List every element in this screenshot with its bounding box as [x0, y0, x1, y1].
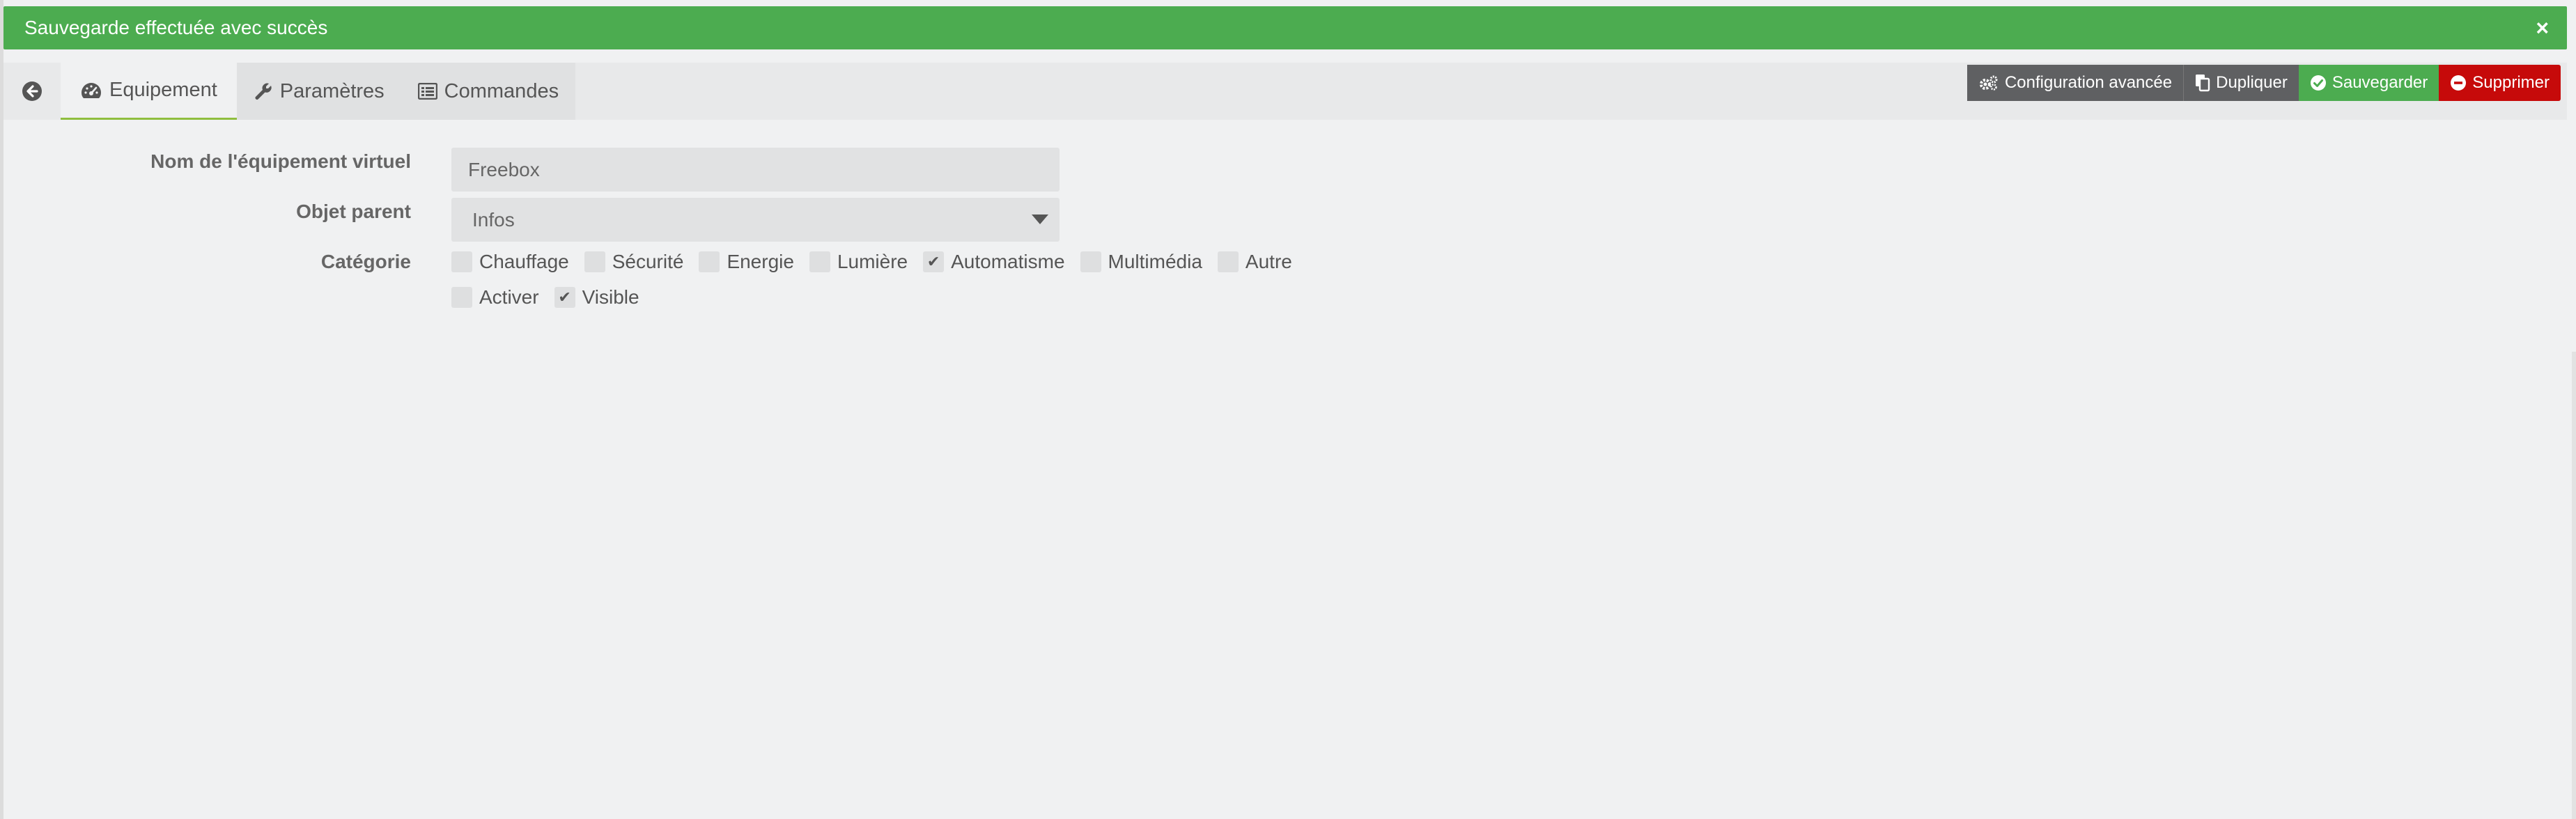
category-chauffage[interactable]: Chauffage — [451, 251, 569, 273]
advanced-config-button[interactable]: Configuration avancée — [1966, 65, 2184, 101]
checkbox[interactable] — [451, 287, 472, 308]
option-visible[interactable]: ✔ Visible — [554, 286, 639, 309]
tab-equipement[interactable]: Equipement — [61, 63, 237, 120]
category-autre[interactable]: Autre — [1217, 251, 1292, 273]
minus-circle-icon — [2451, 75, 2467, 91]
chevron-down-icon — [1032, 214, 1048, 224]
option-text: Visible — [582, 286, 639, 308]
delete-label: Supprimer — [2472, 73, 2550, 92]
category-checkboxes: Chauffage Sécurité Energie Lumière ✔ Aut… — [451, 251, 1308, 273]
checkbox[interactable] — [809, 251, 830, 272]
delete-button[interactable]: Supprimer — [2439, 65, 2561, 101]
category-text: Sécurité — [612, 251, 684, 272]
checkbox[interactable] — [451, 251, 472, 272]
tab-list: Equipement Paramètres Commandes — [61, 63, 576, 120]
option-activer[interactable]: Activer — [451, 286, 539, 309]
checkbox[interactable] — [1080, 251, 1101, 272]
copy-icon — [2196, 75, 2210, 92]
category-energie[interactable]: Energie — [699, 251, 794, 273]
category-label: Catégorie — [320, 251, 411, 272]
category-lumiere[interactable]: Lumière — [809, 251, 908, 273]
name-label: Nom de l'équipement virtuel — [150, 150, 411, 172]
category-multimedia[interactable]: Multimédia — [1080, 251, 1202, 273]
checkbox-checked[interactable]: ✔ — [923, 251, 945, 272]
parent-value: Infos — [472, 208, 515, 231]
check-circle-icon — [2310, 75, 2326, 91]
arrow-circle-left-icon — [22, 81, 42, 101]
wrench-icon — [255, 83, 272, 100]
category-text: Autre — [1245, 251, 1292, 272]
category-text: Multimédia — [1108, 251, 1202, 272]
checkbox[interactable] — [584, 251, 605, 272]
list-icon — [417, 83, 437, 100]
category-text: Chauffage — [479, 251, 569, 272]
name-value: Freebox — [468, 158, 540, 180]
back-button[interactable] — [3, 63, 61, 120]
category-row: Catégorie Chauffage Sécurité Energie Lum… — [0, 249, 1324, 319]
parent-label: Objet parent — [296, 201, 411, 222]
tab-label: Commandes — [444, 79, 559, 102]
save-label: Sauvegarder — [2331, 73, 2428, 92]
category-text: Energie — [727, 251, 794, 272]
category-text: Lumière — [837, 251, 908, 272]
name-row: Nom de l'équipement virtuel Freebox — [0, 148, 1066, 192]
scrollbar[interactable] — [2572, 352, 2576, 819]
tab-commandes[interactable]: Commandes — [401, 63, 575, 120]
left-border — [0, 0, 3, 819]
parent-row: Objet parent Infos — [0, 198, 1066, 242]
name-input[interactable]: Freebox — [451, 148, 1060, 192]
tab-label: Paramètres — [279, 79, 385, 102]
save-button[interactable]: Sauvegarder — [2298, 65, 2439, 101]
tab-parametres[interactable]: Paramètres — [237, 63, 401, 120]
checkbox[interactable] — [699, 251, 720, 272]
success-alert: Sauvegarde effectuée avec succès × — [3, 6, 2567, 49]
cogs-icon — [1979, 75, 1998, 91]
duplicate-button[interactable]: Dupliquer — [2183, 65, 2299, 101]
alert-message: Sauvegarde effectuée avec succès — [24, 17, 328, 38]
checkbox-checked[interactable]: ✔ — [554, 287, 575, 308]
parent-select[interactable]: Infos — [451, 198, 1060, 242]
duplicate-label: Dupliquer — [2216, 73, 2288, 92]
option-text: Activer — [479, 286, 539, 308]
action-toolbar: Configuration avancée Dupliquer Sauvegar… — [1966, 63, 2561, 120]
checkbox[interactable] — [1217, 251, 1239, 272]
tab-label: Equipement — [109, 79, 217, 101]
tachometer-icon — [82, 82, 101, 98]
advanced-config-label: Configuration avancée — [2004, 73, 2173, 92]
tab-bar: Equipement Paramètres Commandes Configur… — [3, 63, 2567, 120]
category-securite[interactable]: Sécurité — [584, 251, 684, 273]
close-alert-button[interactable]: × — [2536, 17, 2549, 39]
category-automatisme[interactable]: ✔ Automatisme — [923, 251, 1065, 273]
option-checkboxes: Activer ✔ Visible — [451, 286, 655, 309]
category-text: Automatisme — [951, 251, 1065, 272]
